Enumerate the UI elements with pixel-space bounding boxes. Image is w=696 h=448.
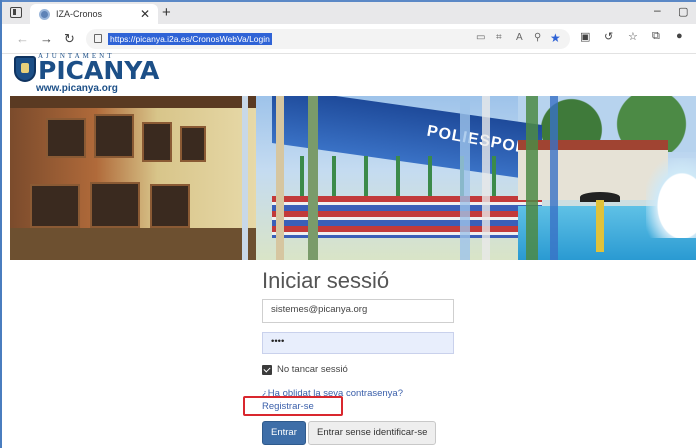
forward-icon[interactable]: →	[40, 31, 53, 46]
favorite-star-icon[interactable]: ★	[550, 31, 561, 45]
address-bar[interactable]: https://picanya.i2a.es/CronosWebVa/Login…	[86, 29, 570, 49]
remember-checkbox[interactable]	[262, 364, 272, 375]
browser-toolbar: ← → ↻ https://picanya.i2a.es/CronosWebVa…	[2, 24, 696, 54]
reader-icon[interactable]: ▭	[476, 32, 485, 43]
translate-icon[interactable]: ⌗	[496, 32, 502, 43]
username-input[interactable]: sistemes@picanya.org	[262, 299, 454, 323]
remember-me[interactable]: No tancar sessió	[262, 364, 348, 375]
collections-icon[interactable]: ⧉	[652, 30, 660, 43]
new-tab-icon[interactable]: +	[162, 4, 171, 21]
page-title: Iniciar sessió	[262, 268, 390, 293]
tab-close-icon[interactable]: ✕	[140, 7, 150, 21]
logo-name: PICANYA	[38, 56, 160, 85]
enter-button[interactable]: Entrar	[262, 421, 306, 445]
url-text[interactable]: https://picanya.i2a.es/CronosWebVa/Login	[108, 33, 272, 45]
reload-icon[interactable]: ↻	[64, 31, 75, 47]
read-aloud-icon[interactable]: A	[516, 32, 523, 43]
coat-of-arms-icon	[14, 56, 36, 82]
back-icon[interactable]: ←	[16, 31, 29, 46]
tab-actions-icon[interactable]	[10, 7, 22, 18]
browser-tab[interactable]: IZA-Cronos ✕	[30, 4, 158, 26]
banner-building	[10, 96, 256, 260]
logo-url: www.picanya.org	[36, 83, 118, 94]
profile-icon[interactable]: ●	[676, 30, 683, 42]
password-input[interactable]: ••••	[262, 332, 454, 354]
refresh-icon[interactable]: ↺	[604, 30, 613, 43]
remember-label[interactable]: No tancar sessió	[277, 364, 348, 375]
banner-fountain	[646, 158, 696, 238]
register-link[interactable]: Registrar-se	[262, 401, 314, 412]
anonymous-enter-button[interactable]: Entrar sense identificar-se	[308, 421, 437, 445]
zoom-icon[interactable]: ⚲	[534, 32, 541, 43]
site-logo[interactable]: AJUNTAMENT PICANYA www.picanya.org	[14, 52, 159, 96]
header-banner: POLIESPORTIU	[10, 96, 696, 260]
tab-title: IZA-Cronos	[56, 9, 103, 19]
split-screen-icon[interactable]: ▣	[580, 30, 590, 43]
restore-button[interactable]: ▢	[678, 5, 688, 18]
tab-favicon-icon	[39, 9, 50, 20]
lock-icon[interactable]	[94, 34, 102, 43]
favorites-icon[interactable]: ☆	[628, 30, 638, 43]
tab-strip: IZA-Cronos ✕ + – ▢	[2, 0, 696, 26]
minimize-button[interactable]: –	[654, 3, 661, 17]
